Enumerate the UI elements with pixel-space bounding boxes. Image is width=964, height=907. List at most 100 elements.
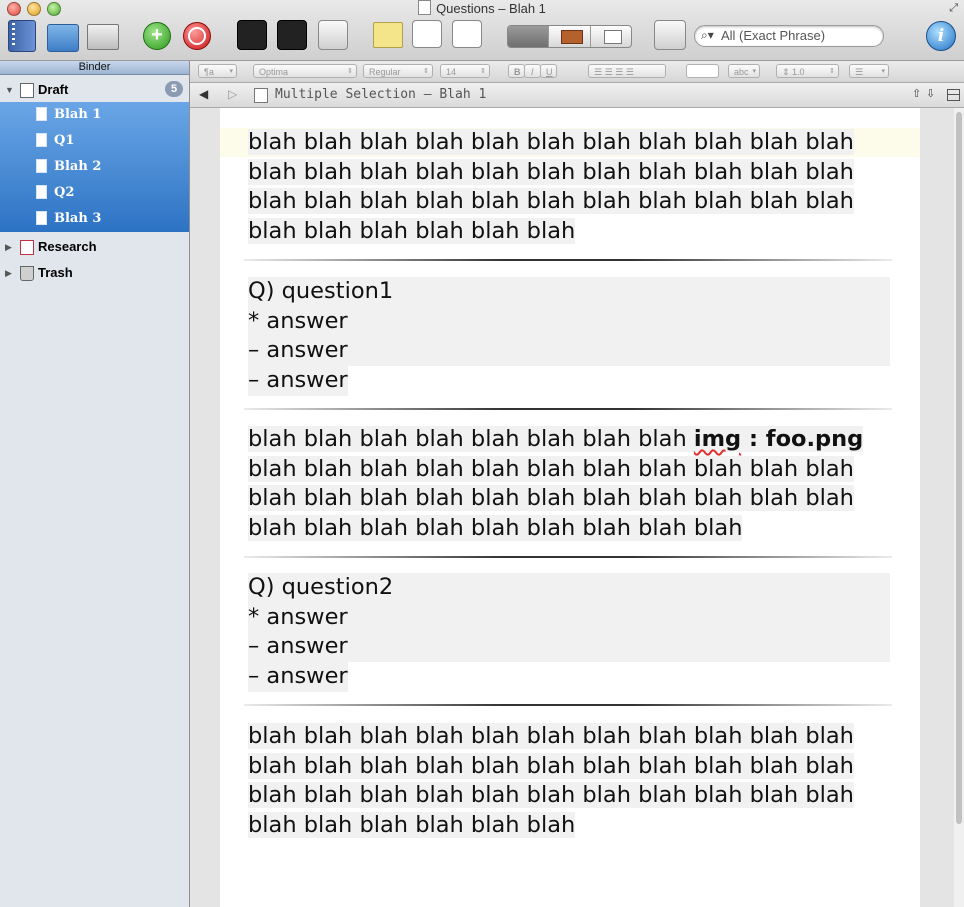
binder-item-blah-1[interactable]: Blah 1 bbox=[0, 102, 189, 128]
draft-count-badge: 5 bbox=[165, 81, 183, 97]
document-icon bbox=[36, 185, 47, 199]
misspelled-word: img bbox=[693, 426, 742, 452]
split-editor-icon[interactable] bbox=[947, 89, 960, 101]
chevron-down-icon: ▾ bbox=[881, 68, 885, 75]
font-weight-select[interactable]: Regular ⇕ bbox=[363, 64, 433, 78]
editor-scrollbar-thumb[interactable] bbox=[956, 112, 962, 824]
keywords-icon[interactable] bbox=[277, 20, 307, 50]
next-document-icon[interactable]: ⇩ bbox=[926, 87, 935, 100]
binder-item-label: Blah 1 bbox=[54, 107, 102, 122]
search-field[interactable]: ⌕▾ bbox=[694, 25, 884, 47]
binder-item-label: Blah 2 bbox=[54, 159, 102, 174]
italic-button[interactable]: I bbox=[524, 64, 541, 78]
binder-item-draft[interactable]: ▼ Draft 5 bbox=[0, 77, 189, 103]
draft-folder-icon bbox=[20, 83, 34, 98]
answer-line: – answer bbox=[248, 662, 348, 692]
text-line: blah blah blah blah blah blah bbox=[248, 218, 576, 245]
segment-divider bbox=[244, 556, 892, 558]
fullscreen-icon[interactable]: ⤢ bbox=[949, 2, 958, 15]
align-icons: ☰ ☰ ☰ ☰ bbox=[594, 67, 634, 77]
scrivenings-segment-q2[interactable]: Q) question2 * answer – answer – answer bbox=[248, 573, 890, 692]
compose-icon[interactable] bbox=[237, 20, 267, 50]
answer-line: * answer bbox=[248, 306, 890, 337]
disclosure-closed-icon[interactable]: ▶ bbox=[5, 260, 12, 286]
segment-divider bbox=[244, 704, 892, 706]
add-icon[interactable]: + bbox=[143, 22, 171, 50]
bold-button[interactable]: B bbox=[508, 64, 525, 78]
search-input[interactable] bbox=[721, 27, 876, 44]
binder-item-label: Q2 bbox=[54, 185, 75, 200]
binder-item-q2[interactable]: Q2 bbox=[0, 180, 189, 206]
scrivenings-segment-blah-2[interactable]: blah blah blah blah blah blah blah blah … bbox=[248, 425, 893, 544]
text-line: blah blah blah blah blah blah blah blah … bbox=[248, 485, 854, 512]
document-icon bbox=[36, 211, 47, 225]
view-mode-corkboard[interactable] bbox=[549, 26, 591, 47]
font-family-value: Optima bbox=[259, 67, 289, 77]
font-weight-value: Regular bbox=[369, 67, 401, 77]
alignment-control[interactable]: ☰ ☰ ☰ ☰ bbox=[588, 64, 666, 78]
question-text: Q) question1 bbox=[248, 277, 890, 307]
binder-item-label: Blah 3 bbox=[54, 211, 102, 226]
list-style-select[interactable]: ☰ ▾ bbox=[849, 64, 889, 78]
window-title-bar: Questions – Blah 1 bbox=[0, 0, 964, 16]
binder-icon[interactable] bbox=[8, 20, 36, 52]
editor-header-title[interactable]: Multiple Selection – Blah 1 bbox=[275, 87, 486, 102]
scrivenings-segment-q1[interactable]: Q) question1 * answer – answer – answer bbox=[248, 277, 890, 396]
back-arrow-icon[interactable]: ◀ bbox=[199, 87, 208, 101]
document-proxy-icon[interactable] bbox=[418, 0, 432, 15]
text-line: blah blah blah blah blah blah blah blah … bbox=[248, 426, 864, 452]
text-line: blah blah blah blah blah blah blah blah … bbox=[248, 129, 854, 155]
question-text: Q) question2 bbox=[248, 573, 890, 603]
view-mode-outliner[interactable] bbox=[591, 26, 631, 47]
paragraph-style-value: ¶a bbox=[204, 67, 214, 77]
binder-item-label: Draft bbox=[38, 82, 69, 97]
image-placeholder-code: img : foo.png bbox=[694, 426, 863, 452]
corkboard-icon bbox=[561, 30, 584, 44]
binder-item-research[interactable]: ▶ Research bbox=[0, 234, 189, 260]
binder-item-blah-2[interactable]: Blah 2 bbox=[0, 154, 189, 180]
line-spacing-value: 1.0 bbox=[792, 67, 805, 77]
scrivenings-icon[interactable] bbox=[318, 20, 348, 50]
binder-item-blah-3[interactable]: Blah 3 bbox=[0, 206, 189, 232]
snapshot-icon[interactable] bbox=[452, 20, 482, 48]
corkboard-icon[interactable] bbox=[87, 24, 119, 50]
answer-line: – answer bbox=[248, 632, 890, 663]
text-line: blah blah blah blah blah blah blah blah … bbox=[248, 515, 743, 542]
paragraph-style-select[interactable]: ¶a ▾ bbox=[198, 64, 237, 78]
window-title: Questions – Blah 1 bbox=[436, 1, 546, 16]
font-size-value: 14 bbox=[446, 67, 457, 77]
search-icon[interactable]: ⌕▾ bbox=[701, 28, 714, 43]
document-icon[interactable] bbox=[254, 88, 268, 103]
previous-document-icon[interactable]: ⇧ bbox=[912, 87, 921, 100]
scrivenings-segment-blah-1[interactable]: blah blah blah blah blah blah blah blah … bbox=[248, 128, 893, 247]
delete-icon[interactable] bbox=[183, 22, 211, 50]
line-spacing-select[interactable]: ⇕ 1.0 ⇕ bbox=[776, 64, 839, 78]
view-mode-scrivenings[interactable] bbox=[508, 26, 550, 47]
segment-divider bbox=[244, 259, 892, 261]
view-mode-segmented-control bbox=[507, 25, 632, 48]
inspector-icon[interactable]: i bbox=[926, 21, 956, 51]
image-filename: : foo.png bbox=[741, 426, 864, 452]
text-line: blah blah blah blah blah blah blah blah … bbox=[248, 782, 854, 809]
editor-header-bar: ◀ ▷ Multiple Selection – Blah 1 ⇧ ⇩ bbox=[190, 83, 964, 108]
binder-item-q1[interactable]: Q1 bbox=[0, 128, 189, 154]
binder-item-trash[interactable]: ▶ Trash bbox=[0, 260, 189, 286]
window-toolbar: Questions – Blah 1 ⤢ + ⌕▾ i bbox=[0, 0, 964, 61]
underline-button[interactable]: U bbox=[540, 64, 557, 78]
text-color-well[interactable] bbox=[686, 64, 719, 78]
collections-icon[interactable] bbox=[47, 24, 79, 52]
font-size-select[interactable]: 14 ⇕ bbox=[440, 64, 490, 78]
disclosure-open-icon[interactable]: ▼ bbox=[5, 77, 14, 103]
binder-sidebar: Binder ▼ Draft 5 Blah 1 Q1 Blah 2 Q2 Bla… bbox=[0, 61, 190, 907]
inspector-view-icon[interactable] bbox=[412, 20, 442, 48]
highlight-color-select[interactable]: abc ▾ bbox=[728, 64, 760, 78]
font-family-select[interactable]: Optima ⇕ bbox=[253, 64, 357, 78]
quick-reference-icon[interactable] bbox=[654, 20, 686, 50]
disclosure-closed-icon[interactable]: ▶ bbox=[5, 234, 12, 260]
scrivenings-segment-blah-3[interactable]: blah blah blah blah blah blah blah blah … bbox=[248, 722, 893, 841]
text-line: blah blah blah blah blah blah blah blah … bbox=[248, 723, 854, 749]
notes-icon[interactable] bbox=[373, 22, 403, 48]
chevron-updown-icon: ⇕ bbox=[480, 68, 486, 75]
forward-arrow-icon[interactable]: ▷ bbox=[228, 87, 237, 101]
document-icon bbox=[36, 133, 47, 147]
